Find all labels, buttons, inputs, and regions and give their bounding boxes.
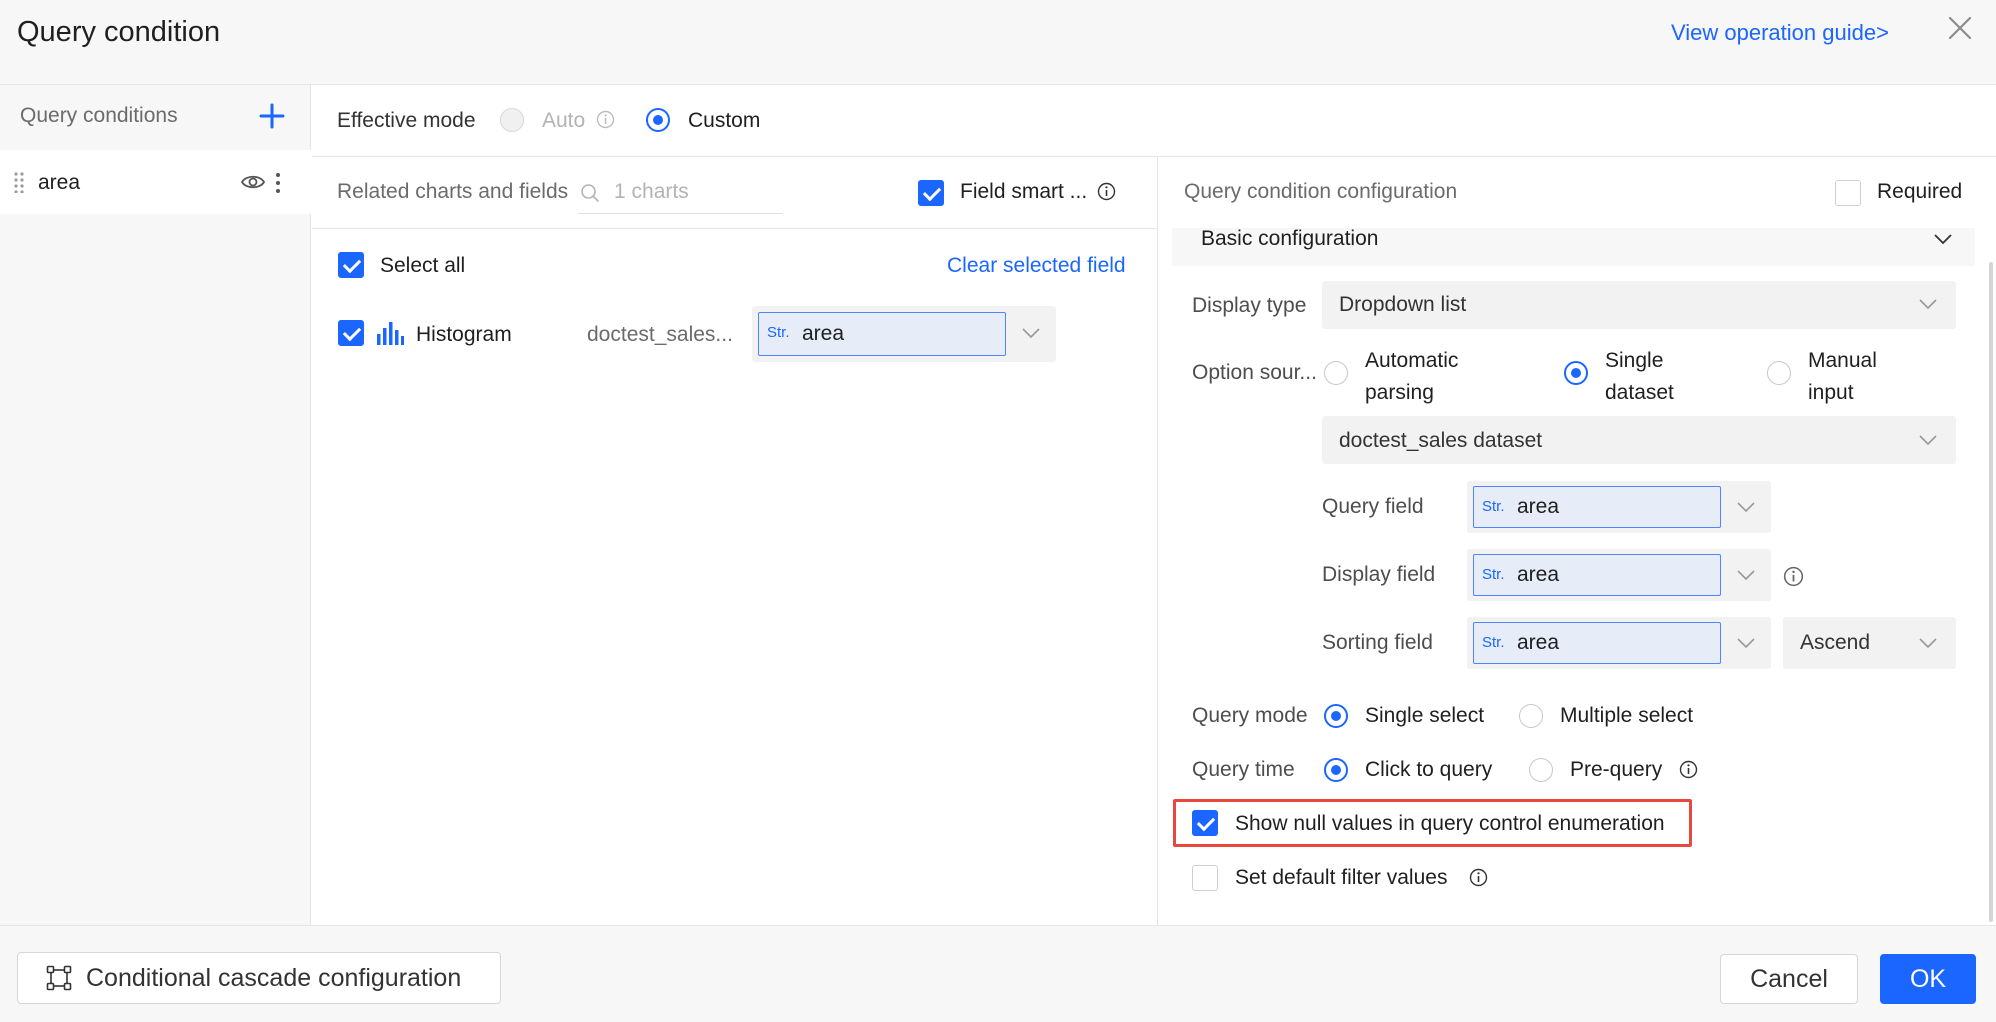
option-line: dataset	[1605, 381, 1674, 404]
string-type-tag: Str.	[767, 324, 790, 341]
option-line: Single	[1605, 349, 1664, 372]
clear-selected-field-link[interactable]: Clear selected field	[947, 254, 1126, 278]
mode-custom-label: Custom	[688, 109, 761, 132]
mode-auto-radio[interactable]	[500, 108, 524, 132]
field-smart-label: Field smart ...	[960, 180, 1088, 203]
sorting-field-value: area	[1517, 631, 1560, 654]
sidebar-item-label: area	[38, 171, 81, 194]
drag-handle-icon[interactable]	[13, 171, 25, 193]
chevron-down-icon[interactable]	[1933, 233, 1953, 245]
string-type-tag: Str.	[1482, 634, 1505, 651]
query-field-tag	[1473, 486, 1721, 528]
default-filter-info-icon[interactable]	[1469, 868, 1488, 887]
mode-custom-radio[interactable]	[646, 108, 670, 132]
more-vertical-icon[interactable]	[274, 172, 282, 194]
ok-button[interactable]: OK	[1880, 954, 1976, 1004]
field-smart-info-icon[interactable]	[1097, 182, 1116, 201]
divider	[312, 228, 1158, 229]
chevron-down-icon	[1919, 638, 1937, 649]
chevron-down-icon	[1919, 435, 1937, 446]
config-scrollbar[interactable]	[1989, 262, 1993, 922]
select-all-label: Select all	[380, 254, 466, 277]
auto-info-icon[interactable]	[596, 110, 615, 129]
query-mode-single-radio[interactable]	[1324, 704, 1348, 728]
display-type-label: Display type	[1192, 294, 1307, 317]
option-line: Manual	[1808, 349, 1877, 372]
chevron-down-icon	[1737, 638, 1755, 649]
default-filter-label: Set default filter values	[1235, 866, 1448, 889]
chart-field-tag	[758, 312, 1006, 356]
sidebar-heading: Query conditions	[20, 104, 178, 127]
effective-mode-label: Effective mode	[337, 109, 476, 132]
close-icon[interactable]	[1946, 14, 1974, 42]
option-manual-input-radio[interactable]	[1767, 361, 1791, 385]
histogram-icon	[377, 322, 404, 345]
chevron-down-icon	[1737, 502, 1755, 513]
query-field-value: area	[1517, 495, 1560, 518]
option-automatic-radio[interactable]	[1324, 361, 1348, 385]
query-time-click-radio[interactable]	[1324, 758, 1348, 782]
query-mode-multiple-label: Multiple select	[1560, 704, 1694, 727]
chevron-down-icon	[1737, 570, 1755, 581]
display-field-label: Display field	[1322, 563, 1436, 586]
query-time-prequery-radio[interactable]	[1529, 758, 1553, 782]
chevron-down-icon	[1919, 299, 1937, 310]
divider	[1157, 157, 1158, 925]
query-time-label: Query time	[1192, 758, 1295, 781]
cancel-button[interactable]: Cancel	[1720, 954, 1858, 1004]
option-line: parsing	[1365, 381, 1434, 404]
chevron-down-icon	[1022, 328, 1040, 339]
show-null-checkbox[interactable]	[1192, 810, 1218, 836]
required-checkbox[interactable]	[1835, 180, 1861, 206]
option-single-dataset-label: Single dataset	[1605, 345, 1674, 409]
related-charts-label: Related charts and fields	[337, 180, 569, 203]
config-header-label: Query condition configuration	[1184, 180, 1458, 203]
query-time-click-label: Click to query	[1365, 758, 1493, 781]
sorting-field-label: Sorting field	[1322, 631, 1433, 654]
query-mode-label: Query mode	[1192, 704, 1308, 727]
option-line: Automatic	[1365, 349, 1459, 372]
display-field-value: area	[1517, 563, 1560, 586]
query-time-prequery-label: Pre-query	[1570, 758, 1663, 781]
string-type-tag: Str.	[1482, 498, 1505, 515]
option-source-label: Option sour...	[1192, 361, 1317, 384]
display-field-info-icon[interactable]	[1783, 566, 1804, 587]
option-line: input	[1808, 381, 1854, 404]
string-type-tag: Str.	[1482, 566, 1505, 583]
chart-row-checkbox[interactable]	[338, 320, 364, 346]
default-filter-checkbox[interactable]	[1192, 865, 1218, 891]
basic-config-label: Basic configuration	[1201, 227, 1379, 250]
sort-order-value: Ascend	[1800, 631, 1871, 654]
cascade-config-label: Conditional cascade configuration	[86, 964, 462, 992]
option-automatic-label: Automatic parsing	[1365, 345, 1458, 409]
chart-field-value: area	[802, 322, 845, 345]
operation-guide-link[interactable]: View operation guide>	[1671, 20, 1889, 46]
dataset-value: doctest_sales dataset	[1339, 429, 1543, 452]
add-condition-icon[interactable]	[258, 102, 286, 130]
mode-auto-label: Auto	[542, 109, 586, 132]
cascade-nodes-icon	[46, 965, 72, 991]
field-smart-checkbox[interactable]	[918, 180, 944, 206]
dialog-title: Query condition	[17, 16, 221, 48]
query-mode-single-label: Single select	[1365, 704, 1485, 727]
query-mode-multiple-radio[interactable]	[1519, 704, 1543, 728]
option-manual-input-label: Manual input	[1808, 345, 1877, 409]
search-icon	[581, 184, 599, 202]
sorting-field-tag	[1473, 622, 1721, 664]
display-type-value: Dropdown list	[1339, 293, 1467, 316]
show-null-label: Show null values in query control enumer…	[1235, 812, 1665, 835]
pre-query-info-icon[interactable]	[1679, 760, 1698, 779]
query-field-label: Query field	[1322, 495, 1424, 518]
chart-name: Histogram	[416, 323, 512, 346]
search-placeholder: 1 charts	[614, 180, 689, 203]
chart-dataset: doctest_sales...	[587, 323, 733, 346]
option-single-dataset-radio[interactable]	[1564, 361, 1588, 385]
visibility-eye-icon[interactable]	[240, 172, 266, 192]
required-label: Required	[1877, 180, 1963, 203]
select-all-checkbox[interactable]	[338, 252, 364, 278]
display-field-tag	[1473, 554, 1721, 596]
